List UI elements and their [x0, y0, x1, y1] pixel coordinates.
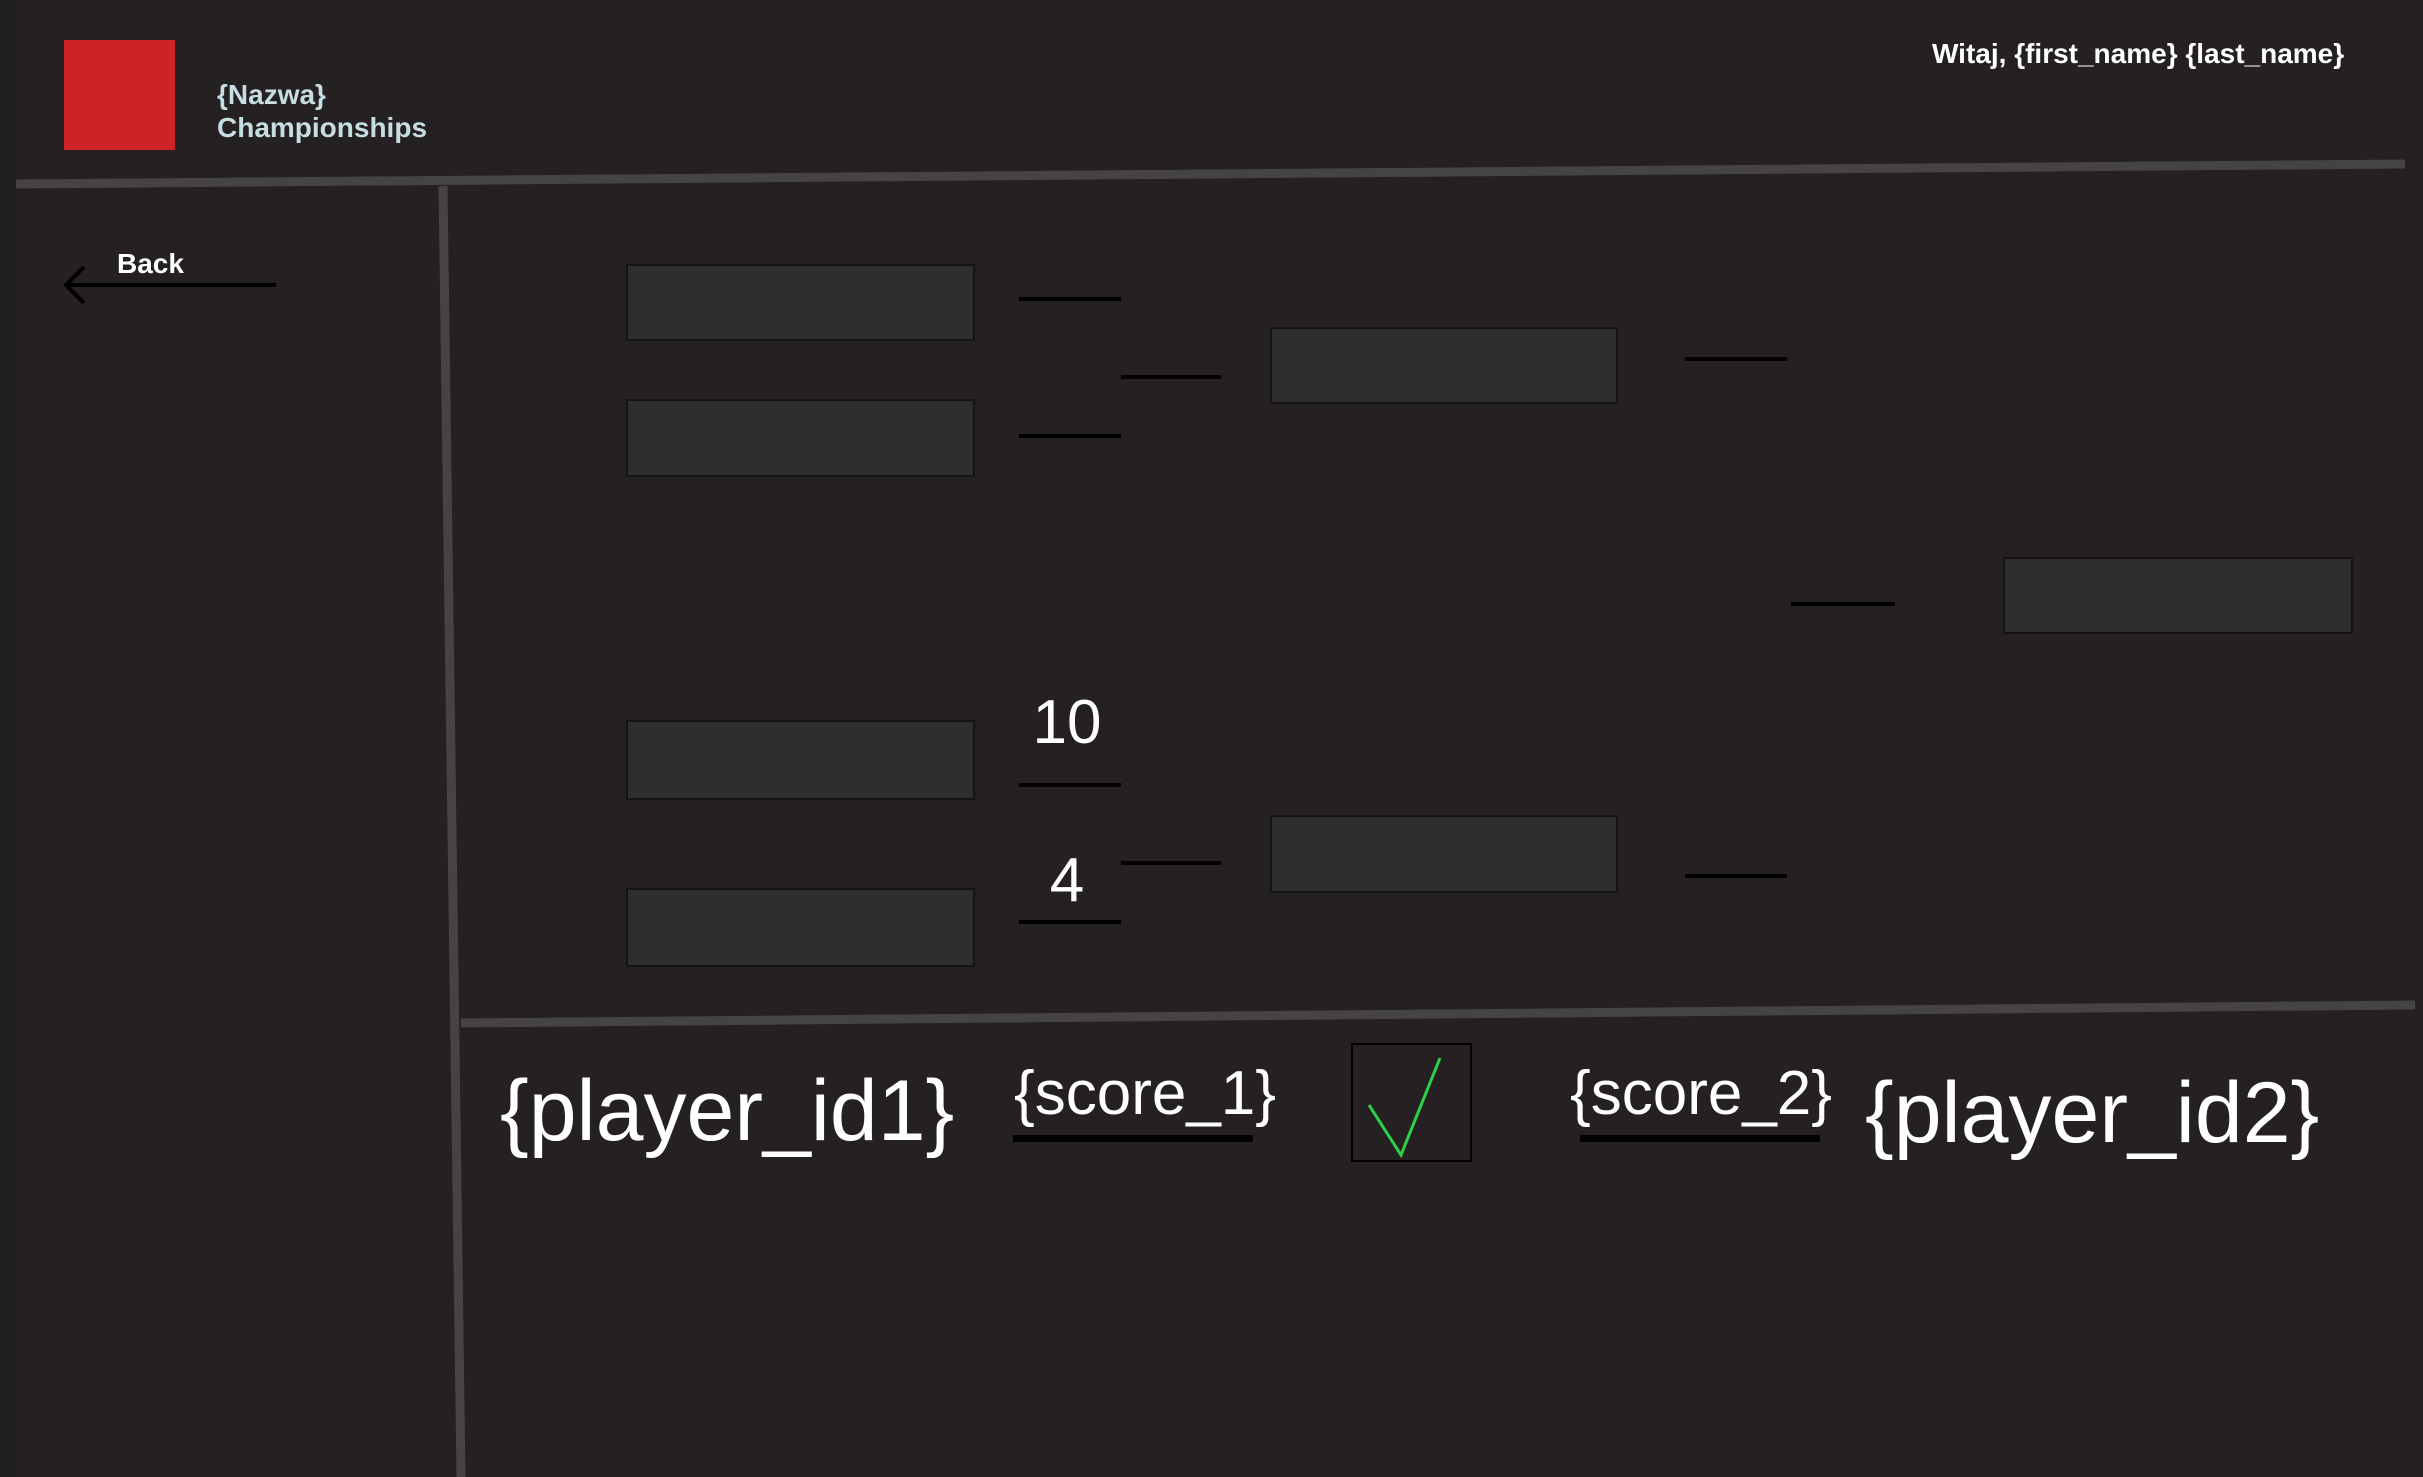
layout-dividers: [15, 159, 2416, 1477]
player1-name: {player_id1}: [500, 1063, 955, 1159]
score-line-r1-m1-p1: [1019, 297, 1121, 301]
confirm-result-button[interactable]: [1351, 1043, 1472, 1162]
header-divider: [15, 159, 2406, 189]
score-line-r2-p2: [1685, 874, 1787, 878]
bracket-slot-r1-m1-p2[interactable]: [626, 399, 975, 477]
bracket-slot-final[interactable]: [2003, 557, 2353, 634]
bracket-slot-r1-m2-p2[interactable]: [626, 888, 975, 967]
score2-value[interactable]: {score_2}: [1570, 1063, 1832, 1125]
match-panel-divider: [460, 1000, 2416, 1028]
bracket-slot-r2-p1[interactable]: [1270, 327, 1618, 404]
score1-value[interactable]: {score_1}: [1014, 1063, 1276, 1125]
bracket-slot-r2-p2[interactable]: [1270, 815, 1618, 893]
bracket-slot-r1-m2-p1[interactable]: [626, 720, 975, 800]
bracket-slot-r1-m1-p1[interactable]: [626, 264, 975, 341]
score-line-r1-m2-p2: [1019, 920, 1121, 924]
bracket-connector-final: [1791, 602, 1895, 606]
score-line-r1-m1-p2: [1019, 434, 1121, 438]
bracket-score-r1-m2-p2: 4: [1049, 846, 1085, 915]
score-line-r1-m2-p1: [1019, 783, 1121, 787]
score1-underline: [1013, 1135, 1253, 1142]
back-label: Back: [117, 248, 184, 279]
player2-name: {player_id2}: [1865, 1065, 2320, 1161]
back-button[interactable]: Back: [58, 240, 288, 310]
bracket-connector-r1-m2: [1121, 861, 1221, 865]
score2-underline: [1580, 1135, 1820, 1142]
sidebar-divider: [438, 185, 466, 1477]
bracket-connector-r1-m1: [1121, 375, 1221, 379]
checkmark-icon: [1367, 1057, 1442, 1159]
score-line-r2-p1: [1685, 357, 1787, 361]
bracket-score-r1-m2-p1: 10: [1032, 688, 1102, 757]
